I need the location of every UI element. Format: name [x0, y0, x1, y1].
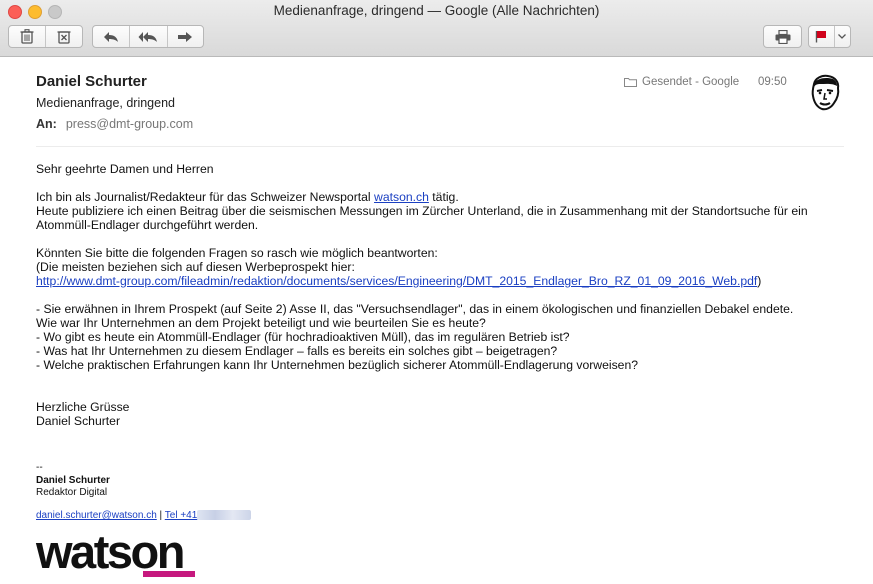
reply-group — [92, 25, 204, 48]
flag-button[interactable] — [809, 26, 834, 47]
junk-icon — [57, 31, 71, 44]
flag-icon — [816, 31, 827, 43]
question-4: - Welche praktischen Erfahrungen kann Ih… — [36, 358, 639, 372]
folder-icon — [624, 78, 637, 87]
logo-text: watson — [36, 525, 185, 578]
signature-contact: daniel.schurter@watson.ch | Tel +41 — [36, 510, 252, 521]
question-1-cont: Wie war Ihr Unternehmen an dem Projekt b… — [36, 316, 486, 330]
header-divider — [36, 146, 844, 147]
closing: Herzliche Grüsse — [36, 400, 130, 414]
mailbox-label: Gesendet - Google — [642, 76, 740, 88]
print-icon — [775, 29, 790, 44]
body-line: Atommüll-Endlager durchgeführt werden. — [36, 218, 259, 232]
mailbox-indicator[interactable]: Gesendet - Google — [624, 76, 739, 88]
reply-all-button[interactable] — [129, 26, 166, 47]
print-button[interactable] — [764, 26, 801, 47]
recipient-address[interactable]: press@dmt-group.com — [66, 117, 193, 131]
question-1: - Sie erwähnen in Ihrem Prospekt (auf Se… — [36, 302, 794, 316]
signature-name: Daniel Schurter — [36, 474, 110, 486]
question-2: - Wo gibt es heute ein Atommüll-Endlager… — [36, 330, 570, 344]
window-title: Medienanfrage, dringend — Google (Alle N… — [273, 3, 600, 18]
flag-menu-button[interactable] — [833, 26, 850, 47]
logo-accent-bar — [143, 571, 195, 577]
to-label: An: — [36, 117, 57, 131]
recipient-row: An: press@dmt-group.com — [36, 117, 193, 131]
forward-icon — [178, 31, 193, 42]
brochure-link-row: http://www.dmt-group.com/fileadmin/redak… — [36, 274, 762, 288]
closing-name: Daniel Schurter — [36, 414, 120, 428]
avatar — [811, 74, 840, 111]
watson-logo: watson — [36, 525, 195, 578]
forward-button[interactable] — [166, 26, 203, 47]
watson-link[interactable]: watson.ch — [374, 190, 429, 204]
window-chrome: Medienanfrage, dringend — Google (Alle N… — [0, 0, 873, 57]
brochure-link[interactable]: http://www.dmt-group.com/fileadmin/redak… — [36, 274, 757, 288]
signature-dashes: -- — [36, 462, 43, 473]
reply-all-icon — [138, 31, 158, 42]
delete-junk-group — [8, 25, 83, 48]
greeting: Sehr geehrte Damen und Herren — [36, 162, 214, 176]
signature-phone-link[interactable]: Tel +41 — [165, 510, 198, 521]
body-paragraph-1: Ich bin als Journalist/Redakteur für das… — [36, 190, 459, 204]
delete-button[interactable] — [9, 26, 45, 47]
sender-name: Daniel Schurter — [36, 73, 147, 90]
reply-button[interactable] — [93, 26, 129, 47]
reply-icon — [104, 31, 119, 42]
message-time: 09:50 — [758, 76, 787, 88]
signature: -- Daniel Schurter Redaktor Digital — [36, 462, 110, 500]
flag-group — [808, 25, 851, 48]
message-subject: Medienanfrage, dringend — [36, 96, 175, 110]
junk-button[interactable] — [45, 26, 82, 47]
trash-icon — [20, 29, 34, 44]
body-line: Heute publiziere ich einen Beitrag über … — [36, 204, 808, 218]
body-line: (Die meisten beziehen sich auf diesen We… — [36, 260, 355, 274]
signature-role: Redaktor Digital — [36, 487, 108, 498]
body-line: Könnten Sie bitte die folgenden Fragen s… — [36, 246, 438, 260]
message-body: Sehr geehrte Damen und Herren Ich bin al… — [36, 162, 846, 428]
chevron-down-icon — [838, 34, 847, 39]
print-group — [763, 25, 802, 48]
signature-email-link[interactable]: daniel.schurter@watson.ch — [36, 510, 157, 521]
question-3: - Was hat Ihr Unternehmen zu diesem Endl… — [36, 344, 558, 358]
redacted-phone — [197, 510, 252, 521]
